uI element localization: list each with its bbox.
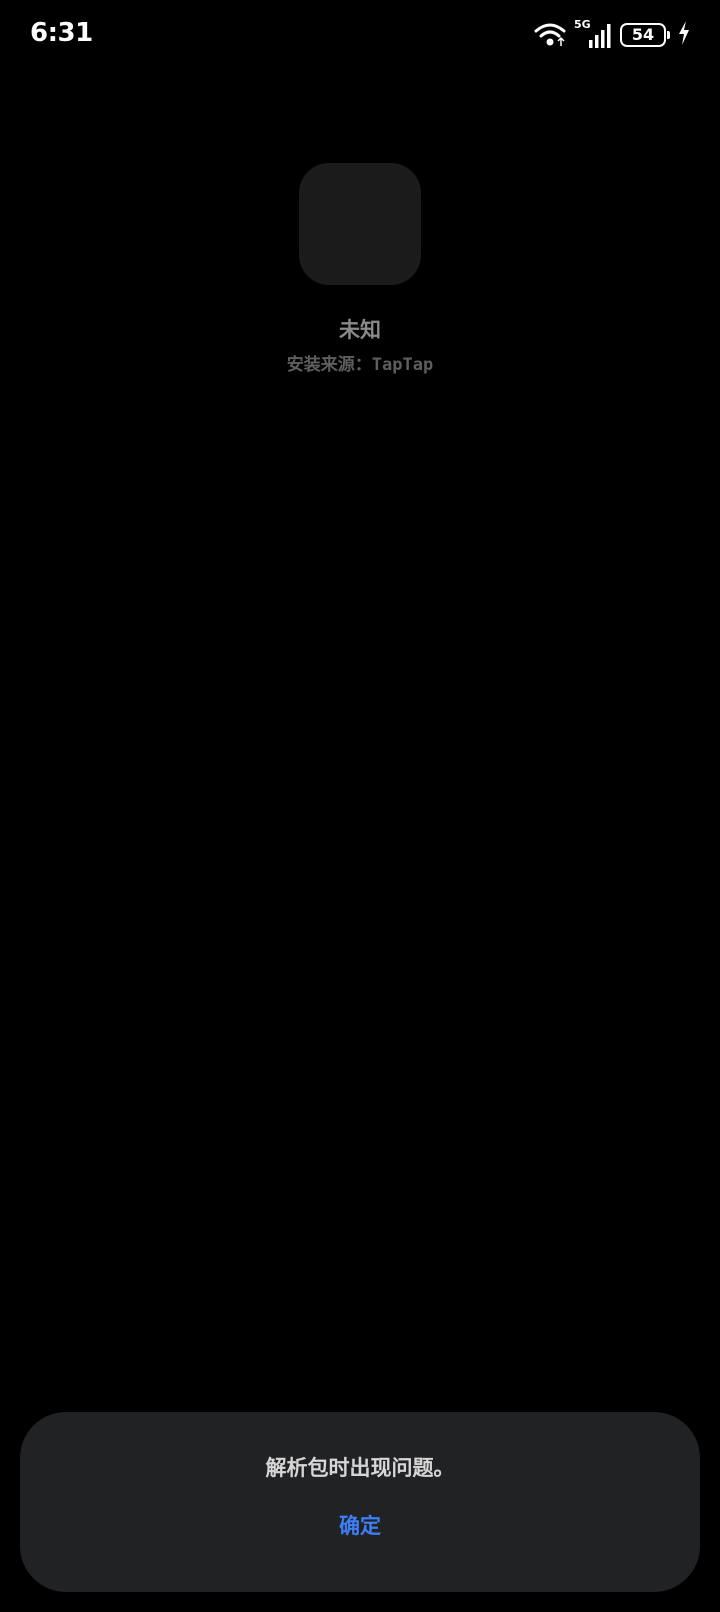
app-icon-placeholder — [299, 163, 421, 285]
wifi-icon — [534, 22, 566, 48]
app-name: 未知 — [339, 318, 381, 342]
status-bar: 6:31 5G 54 — [0, 0, 720, 70]
install-source: 安装来源：TapTap — [286, 355, 434, 375]
status-icons: 5G 54 — [534, 18, 690, 50]
confirm-button[interactable]: 确定 — [310, 1504, 410, 1548]
battery-level: 54 — [631, 25, 655, 44]
dialog-message: 解析包时出现问题。 — [265, 1456, 455, 1480]
signal-icon — [589, 24, 611, 48]
status-time: 6:31 — [30, 18, 93, 48]
error-dialog: 解析包时出现问题。 确定 — [20, 1412, 700, 1592]
cellular-indicator: 5G — [574, 18, 612, 50]
battery-icon: 54 — [620, 23, 670, 47]
charging-icon — [678, 21, 690, 49]
